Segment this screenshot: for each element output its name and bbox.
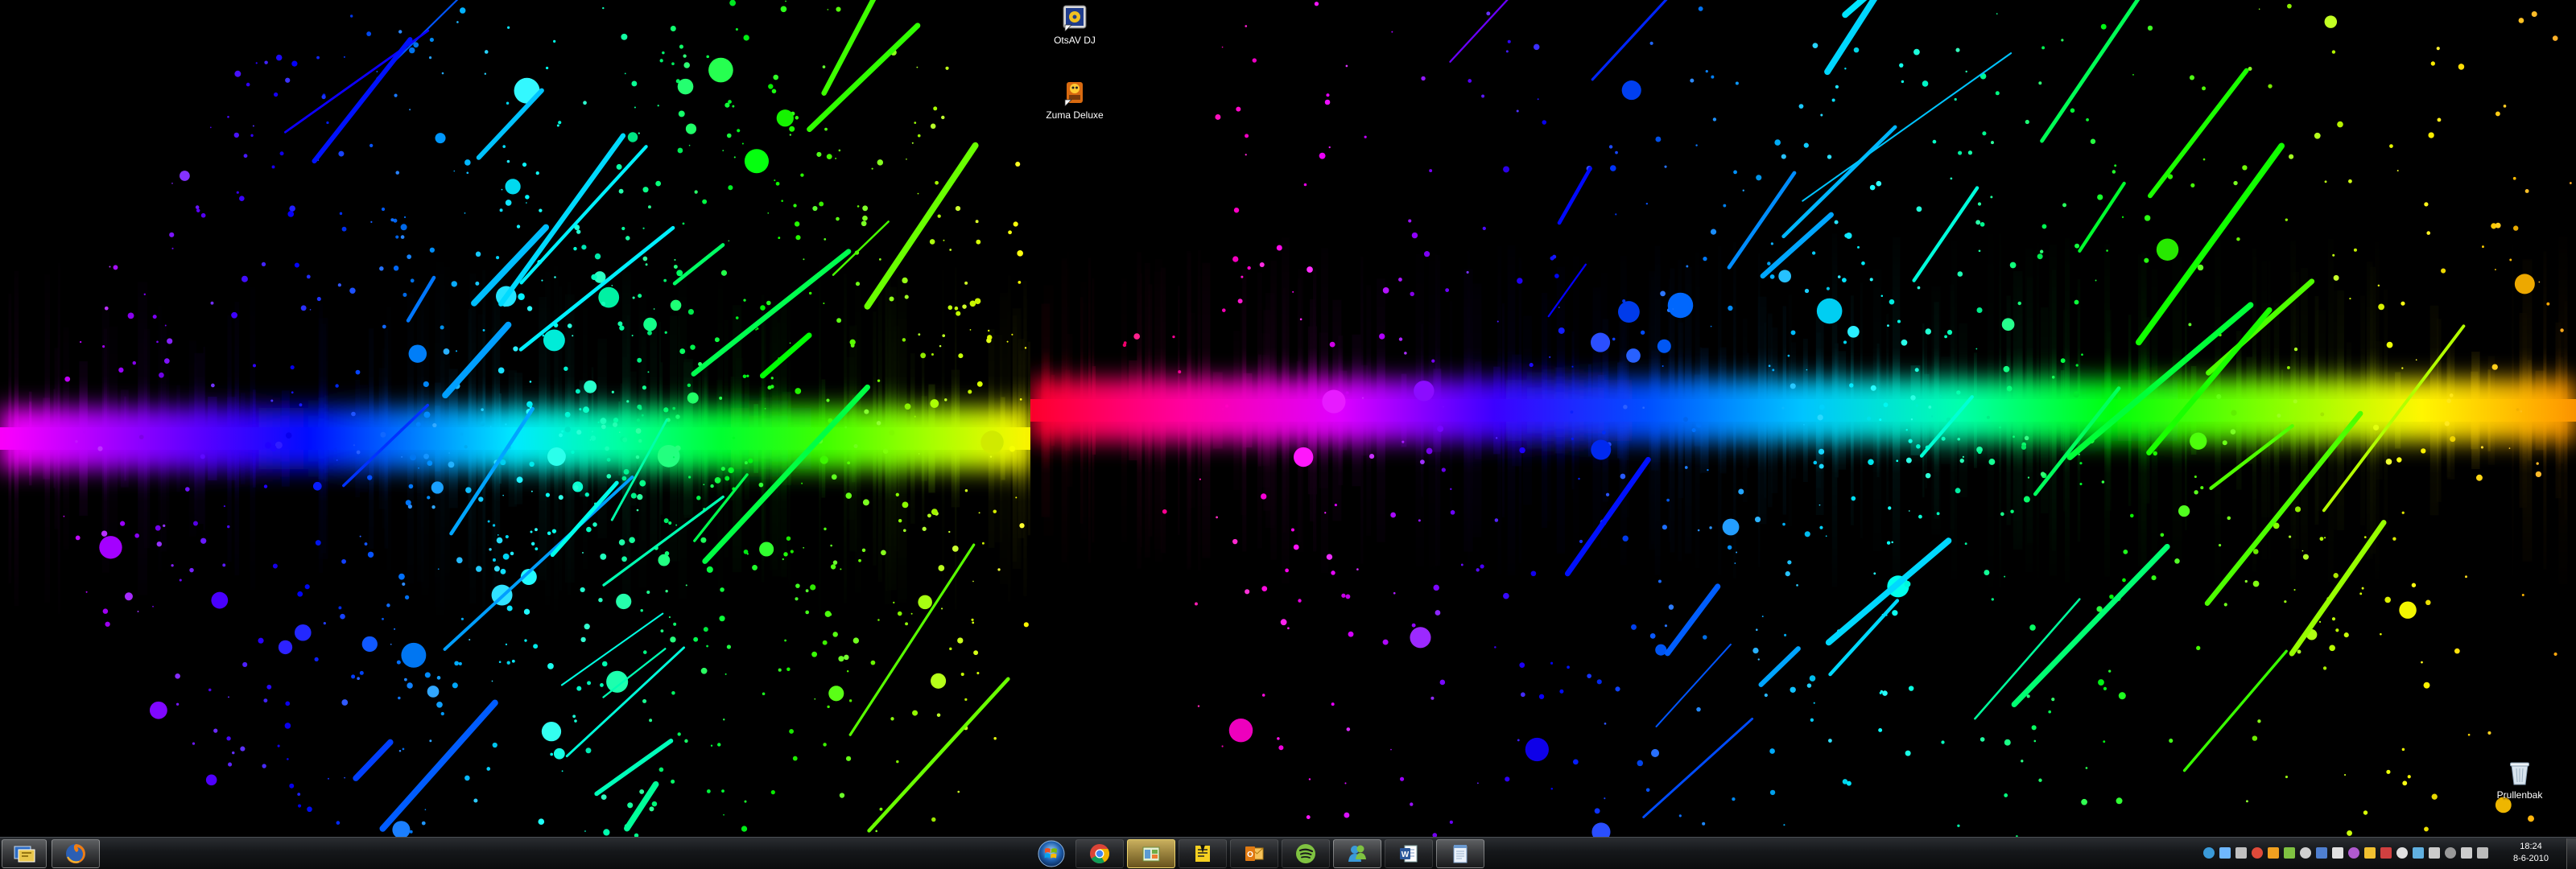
tray-icon[interactable] <box>2348 847 2359 859</box>
tray-icon[interactable] <box>2380 847 2392 859</box>
desktop-icon-otsav-dj[interactable]: OtsAV DJ <box>1036 4 1113 46</box>
tray-icon[interactable] <box>2268 847 2279 859</box>
taskbar-messenger-button[interactable] <box>1333 839 1381 868</box>
taskbar-spotify-button[interactable] <box>1282 839 1330 868</box>
tray-icon[interactable] <box>2461 847 2472 859</box>
desktop-icon-label: Prullenbak <box>2496 789 2543 801</box>
taskbar-notes-button[interactable] <box>1179 839 1227 868</box>
svg-text:W: W <box>1402 850 1410 859</box>
clock-date: 8-6-2010 <box>2512 854 2549 863</box>
tray-icon[interactable] <box>2396 847 2408 859</box>
tray-icon[interactable] <box>2429 847 2440 859</box>
tray-icon[interactable] <box>2332 847 2343 859</box>
library-icon <box>1142 846 1160 862</box>
show-desktop-button[interactable] <box>2566 838 2576 869</box>
left-monitor-wallpaper <box>0 0 1030 837</box>
tray-icon[interactable] <box>2413 847 2424 859</box>
otsav-dj-icon <box>1063 5 1087 31</box>
taskbar-desktop-switcher-button[interactable] <box>2 839 47 868</box>
right-monitor-wallpaper <box>1030 0 2576 837</box>
desktop-switcher-icon <box>14 846 35 863</box>
taskbar-notepad-button[interactable] <box>1436 839 1484 868</box>
firefox-icon <box>66 844 85 863</box>
taskbar-chrome-button[interactable] <box>1075 839 1124 868</box>
tray-icon[interactable] <box>2203 847 2215 859</box>
word-icon: W <box>1400 845 1418 863</box>
taskbar-outlook-button[interactable]: O <box>1230 839 1278 868</box>
zuma-deluxe-icon <box>1064 82 1083 106</box>
wallpaper-right <box>1030 0 2576 837</box>
svg-text:O: O <box>1247 850 1253 859</box>
notepad-icon <box>1453 845 1468 863</box>
clock-time: 18:24 <box>2520 842 2542 851</box>
tray-icon[interactable] <box>2219 847 2231 859</box>
desktop-icon-label: Zuma Deluxe <box>1046 109 1104 121</box>
taskbar-firefox-button[interactable] <box>52 839 100 868</box>
chrome-icon <box>1090 844 1110 864</box>
tray-icon[interactable] <box>2284 847 2295 859</box>
outlook-icon: O <box>1245 846 1264 861</box>
desktop-icon-zuma-deluxe[interactable]: Zuma Deluxe <box>1036 79 1113 121</box>
recycle-bin-icon <box>2510 762 2529 785</box>
tray-icon[interactable] <box>2477 847 2488 859</box>
desktop-icon-recycle-bin[interactable]: Prullenbak <box>2481 760 2558 801</box>
clock[interactable]: 18:24 8-6-2010 <box>2499 841 2563 865</box>
tray-icon[interactable] <box>2316 847 2327 859</box>
taskbar: O W 18:24 8-6-2010 <box>0 837 2576 869</box>
tray-icon[interactable] <box>2300 847 2311 859</box>
tray-icon[interactable] <box>2252 847 2263 859</box>
spotify-icon <box>1296 844 1315 863</box>
live-messenger-icon <box>1348 845 1366 862</box>
tray-icon[interactable] <box>2445 847 2456 859</box>
tray-icon[interactable] <box>2235 847 2247 859</box>
desktop[interactable]: OtsAV DJ Zuma Deluxe Prullenbak <box>0 0 2576 837</box>
wallpaper-left <box>0 0 1030 837</box>
desktop-icon-label: OtsAV DJ <box>1054 35 1096 46</box>
taskbar-library-button[interactable] <box>1127 839 1175 868</box>
start-button[interactable] <box>1030 839 1072 868</box>
tray-icon[interactable] <box>2364 847 2376 859</box>
windows-start-orb <box>1038 840 1065 867</box>
sticky-notes-icon <box>1195 845 1210 862</box>
taskbar-word-button[interactable]: W <box>1385 839 1433 868</box>
